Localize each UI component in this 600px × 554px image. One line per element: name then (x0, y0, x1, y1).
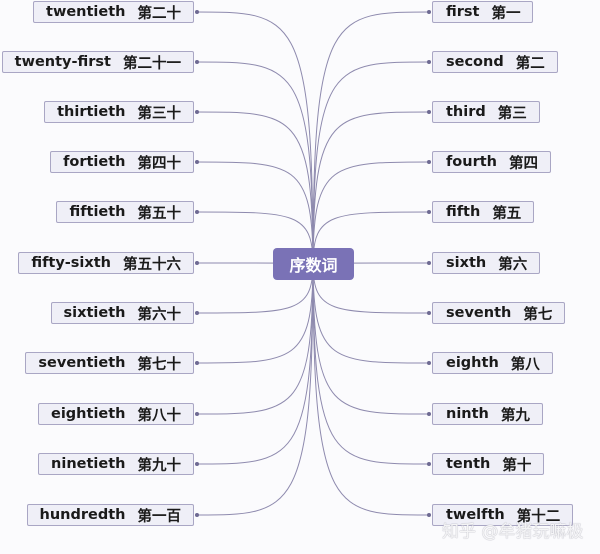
english-ordinal: twentieth (46, 4, 126, 20)
root-label: 序数词 (289, 256, 338, 275)
english-ordinal: fortieth (63, 154, 126, 170)
chinese-ordinal: 第五十 (137, 205, 182, 222)
connector-line (196, 111, 314, 265)
chinese-ordinal: 第九 (500, 407, 530, 424)
connector-dot (427, 261, 431, 265)
english-ordinal: twenty-first (14, 54, 111, 70)
right-node[interactable]: first 第一 (432, 1, 534, 23)
left-node[interactable]: twentieth 第二十 (33, 1, 194, 23)
english-ordinal: hundredth (39, 507, 126, 523)
english-ordinal: fourth (446, 154, 497, 170)
connector-dot (427, 160, 431, 164)
left-node[interactable]: fortieth 第四十 (50, 151, 194, 173)
connector-dot (427, 210, 431, 214)
right-node[interactable]: tenth 第十 (432, 453, 545, 475)
chinese-ordinal: 第四十 (137, 155, 182, 172)
chinese-ordinal: 第一 (491, 5, 521, 22)
connector-dot (195, 261, 199, 265)
connector-dot (427, 10, 431, 14)
connector-line (312, 263, 430, 465)
connector-line (196, 61, 314, 265)
left-node[interactable]: sixtieth 第六十 (50, 302, 194, 324)
connector-dot (427, 361, 431, 365)
left-node[interactable]: fifty-sixth 第五十六 (18, 252, 194, 274)
english-ordinal: eightieth (51, 406, 126, 422)
right-node[interactable]: fourth 第四 (432, 151, 551, 173)
chinese-ordinal: 第七 (523, 306, 553, 323)
connector-dot (427, 412, 431, 416)
chinese-ordinal: 第八十 (137, 407, 182, 424)
chinese-ordinal: 第二十一 (123, 55, 181, 72)
english-ordinal: eighth (446, 355, 499, 371)
english-ordinal: tenth (446, 456, 491, 472)
chinese-ordinal: 第二 (515, 55, 545, 72)
connector-line (312, 263, 430, 415)
connector-line (196, 263, 314, 415)
chinese-ordinal: 第五 (492, 205, 522, 222)
connector-dot (195, 110, 199, 114)
connector-dot (195, 160, 199, 164)
connector-dot (195, 361, 199, 365)
connector-dot (195, 60, 199, 64)
connector-line (312, 61, 430, 265)
connector-line (196, 263, 314, 465)
left-node[interactable]: twenty-first 第二十一 (1, 51, 194, 73)
right-node[interactable]: second 第二 (432, 51, 558, 73)
connector-line (312, 111, 430, 265)
connector-dot (195, 311, 199, 315)
connector-dot (427, 513, 431, 517)
connector-dot (195, 210, 199, 214)
chinese-ordinal: 第五十六 (123, 256, 181, 273)
chinese-ordinal: 第十 (502, 457, 532, 474)
english-ordinal: seventh (446, 305, 512, 321)
english-ordinal: third (446, 104, 486, 120)
right-node[interactable]: third 第三 (432, 101, 540, 123)
left-node[interactable]: fiftieth 第五十 (56, 201, 194, 223)
chinese-ordinal: 第三十 (137, 105, 182, 122)
english-ordinal: sixtieth (63, 305, 126, 321)
right-node[interactable]: sixth 第六 (432, 252, 541, 274)
chinese-ordinal: 第三 (497, 105, 527, 122)
left-node[interactable]: hundredth 第一百 (26, 504, 194, 526)
right-node[interactable]: eighth 第八 (432, 352, 553, 374)
english-ordinal: first (446, 4, 480, 20)
connector-dot (427, 462, 431, 466)
left-node[interactable]: eightieth 第八十 (38, 403, 194, 425)
right-node[interactable]: ninth 第九 (432, 403, 543, 425)
connector-dot (427, 110, 431, 114)
watermark: 知乎 @牟猪玩嘛极 (442, 522, 584, 542)
connector-dot (427, 60, 431, 64)
chinese-ordinal: 第四 (509, 155, 538, 172)
english-ordinal: fifty-sixth (31, 255, 111, 271)
connector-dot (195, 10, 199, 14)
english-ordinal: fifth (446, 204, 481, 220)
english-ordinal: ninth (446, 406, 489, 422)
english-ordinal: thirtieth (57, 104, 126, 120)
chinese-ordinal: 第二十 (137, 5, 182, 22)
chinese-ordinal: 第七十 (137, 356, 182, 373)
root-node[interactable]: 序数词 (273, 248, 354, 280)
english-ordinal: second (446, 54, 504, 70)
connector-dot (195, 462, 199, 466)
english-ordinal: ninetieth (51, 456, 126, 472)
chinese-ordinal: 第八 (510, 356, 540, 373)
left-node[interactable]: thirtieth 第三十 (44, 101, 194, 123)
right-node[interactable]: fifth 第五 (432, 201, 535, 223)
left-node[interactable]: ninetieth 第九十 (38, 453, 194, 475)
english-ordinal: sixth (446, 255, 487, 271)
right-node[interactable]: seventh 第七 (432, 302, 566, 324)
connector-dot (195, 412, 199, 416)
chinese-ordinal: 第六十 (137, 306, 182, 323)
connector-dot (195, 513, 199, 517)
left-node[interactable]: seventieth 第七十 (25, 352, 194, 374)
chinese-ordinal: 第一百 (137, 508, 182, 525)
connector-dot (427, 311, 431, 315)
english-ordinal: fiftieth (69, 204, 126, 220)
english-ordinal: seventieth (38, 355, 126, 371)
chinese-ordinal: 第六 (498, 256, 528, 273)
chinese-ordinal: 第九十 (137, 457, 182, 474)
